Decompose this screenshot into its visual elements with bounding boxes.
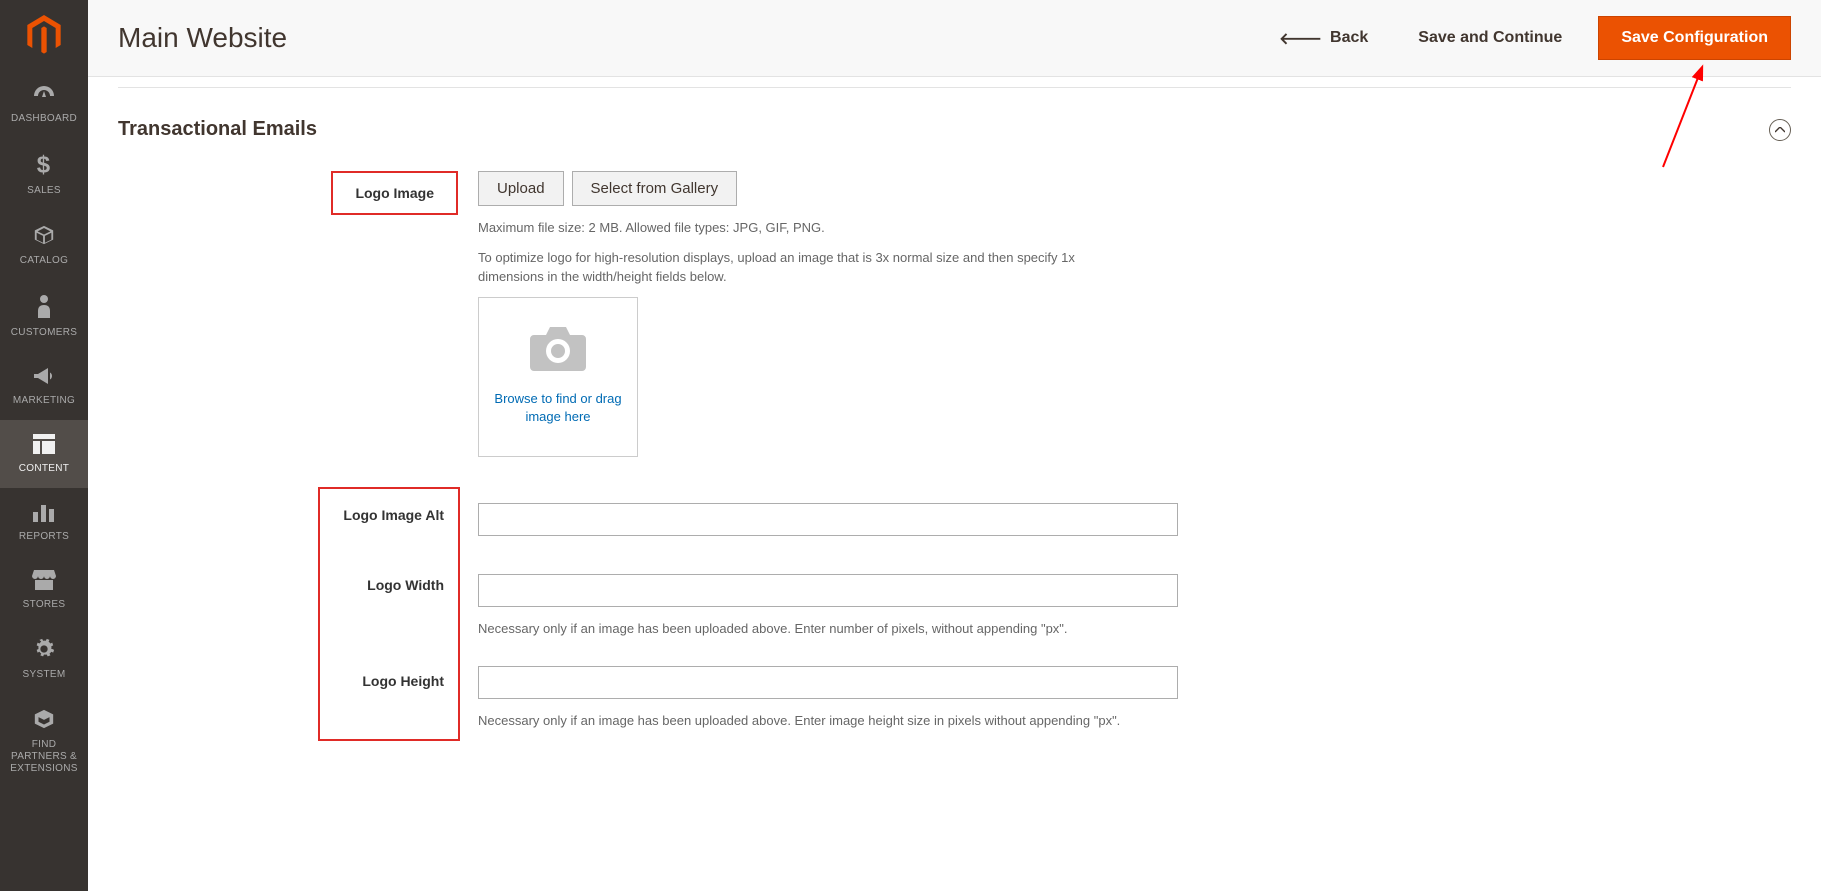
store-icon (32, 570, 56, 595)
nav-content[interactable]: CONTENT (0, 420, 88, 488)
logo-width-label: Logo Width (334, 577, 444, 673)
top-actions: 🡐 Back Save and Continue Save Configurat… (1265, 16, 1791, 60)
logo-fields-inputs: Necessary only if an image has been uplo… (478, 487, 1178, 741)
logo-fields-group: Logo Image Alt Logo Width Logo Height Ne… (118, 487, 1791, 741)
save-configuration-button[interactable]: Save Configuration (1598, 16, 1791, 60)
nav-label: SYSTEM (23, 669, 66, 680)
save-continue-button[interactable]: Save and Continue (1400, 19, 1580, 57)
logo-height-help: Necessary only if an image has been uplo… (478, 711, 1178, 731)
section-title: Transactional Emails (118, 118, 317, 141)
nav-reports[interactable]: REPORTS (0, 488, 88, 556)
nav-label: SALES (27, 185, 61, 196)
megaphone-icon (32, 366, 56, 391)
chevron-up-icon (1775, 127, 1785, 133)
top-bar: Main Website 🡐 Back Save and Continue Sa… (88, 0, 1821, 77)
logo-height-label: Logo Height (334, 673, 444, 689)
file-help-text: Maximum file size: 2 MB. Allowed file ty… (478, 218, 1178, 238)
nav-dashboard[interactable]: DASHBOARD (0, 70, 88, 138)
person-icon (36, 294, 52, 323)
upload-button[interactable]: Upload (478, 171, 564, 206)
page-title: Main Website (118, 22, 1265, 54)
nav-system[interactable]: SYSTEM (0, 624, 88, 694)
back-label: Back (1330, 29, 1368, 47)
nav-label: CONTENT (19, 463, 69, 474)
nav-label: DASHBOARD (11, 113, 77, 124)
puzzle-icon (33, 708, 55, 735)
divider (118, 87, 1791, 88)
nav-stores[interactable]: STORES (0, 556, 88, 624)
logo-image-label: Logo Image (331, 171, 458, 215)
select-gallery-button[interactable]: Select from Gallery (572, 171, 738, 206)
logo-height-input[interactable] (478, 666, 1178, 699)
gear-icon (33, 638, 55, 665)
main-content: Main Website 🡐 Back Save and Continue Sa… (88, 0, 1821, 781)
content-area: Transactional Emails Logo Image Upload S… (88, 87, 1821, 781)
camera-icon (530, 327, 586, 376)
resolution-help-text: To optimize logo for high-resolution dis… (478, 248, 1108, 287)
highlighted-labels-box: Logo Image Alt Logo Width Logo Height (318, 487, 460, 741)
svg-text:$: $ (37, 152, 51, 176)
nav-label: FIND PARTNERS & EXTENSIONS (4, 739, 84, 775)
dashboard-icon (32, 84, 56, 109)
logo-alt-input[interactable] (478, 503, 1178, 536)
admin-sidebar: DASHBOARD $ SALES CATALOG CUSTOMERS MARK… (0, 0, 88, 891)
box-icon (33, 224, 55, 251)
magento-logo[interactable] (0, 0, 88, 70)
logo-width-input[interactable] (478, 574, 1178, 607)
nav-label: CUSTOMERS (11, 327, 77, 338)
bars-icon (33, 502, 55, 527)
arrow-left-icon: 🡐 (1279, 28, 1322, 49)
nav-marketing[interactable]: MARKETING (0, 352, 88, 420)
logo-image-row: Logo Image Upload Select from Gallery Ma… (118, 171, 1791, 457)
nav-catalog[interactable]: CATALOG (0, 210, 88, 280)
logo-image-field: Upload Select from Gallery Maximum file … (478, 171, 1178, 457)
nav-label: REPORTS (19, 531, 69, 542)
browse-text[interactable]: Browse to find or drag image here (479, 390, 637, 426)
nav-label: STORES (23, 599, 66, 610)
nav-label: CATALOG (20, 255, 68, 266)
nav-label: MARKETING (13, 395, 75, 406)
nav-customers[interactable]: CUSTOMERS (0, 280, 88, 352)
back-button[interactable]: 🡐 Back (1265, 18, 1382, 59)
logo-width-help: Necessary only if an image has been uplo… (478, 619, 1178, 639)
nav-sales[interactable]: $ SALES (0, 138, 88, 210)
layout-icon (33, 434, 55, 459)
dollar-icon: $ (35, 152, 53, 181)
upload-dropzone[interactable]: Browse to find or drag image here (478, 297, 638, 457)
section-header[interactable]: Transactional Emails (118, 108, 1791, 171)
nav-partners[interactable]: FIND PARTNERS & EXTENSIONS (0, 694, 88, 789)
collapse-button[interactable] (1769, 119, 1791, 141)
logo-alt-label: Logo Image Alt (334, 507, 444, 577)
